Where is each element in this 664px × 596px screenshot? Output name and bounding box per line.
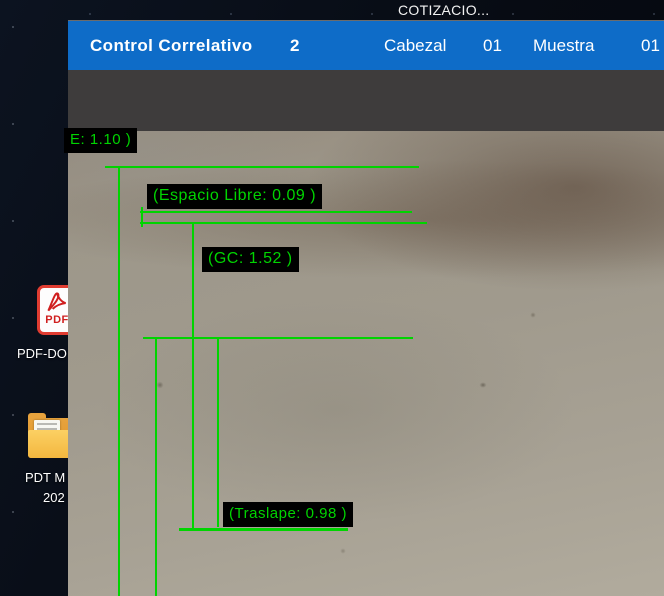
desktop-icon-folder-label-line1[interactable]: PDT M xyxy=(25,470,65,485)
background-window-title[interactable]: COTIZACIO... xyxy=(398,2,490,18)
measurement-line-traslape-horizontal xyxy=(179,528,348,531)
measurement-tick-espacio xyxy=(141,207,143,227)
measurement-line-gc-vertical xyxy=(192,222,194,529)
measurement-line-mid-horizontal xyxy=(143,337,413,339)
folder-front xyxy=(28,430,72,458)
measurement-line-gc-horizontal xyxy=(140,222,427,224)
acrobat-swirl-icon xyxy=(44,289,70,315)
control-correlativo-window: Control Correlativo 2 Cabezal 01 Muestra… xyxy=(68,20,664,596)
measurement-line-e-vertical xyxy=(118,166,120,596)
measurement-label-espacio-libre: (Espacio Libre: 0.09 ) xyxy=(147,184,322,209)
desktop-icon-pdf-label[interactable]: PDF-DO xyxy=(17,346,67,361)
window-title-bar[interactable]: Control Correlativo 2 Cabezal 01 Muestra… xyxy=(68,20,664,70)
muestra-label: Muestra xyxy=(533,21,594,71)
measurement-line-left-vertical xyxy=(155,337,157,596)
desktop-icon-folder[interactable] xyxy=(28,418,72,460)
window-title: Control Correlativo xyxy=(90,21,253,71)
muestra-value: 01 xyxy=(641,21,660,71)
cabezal-value: 01 xyxy=(483,21,502,71)
measurement-line-traslape-vertical xyxy=(217,337,219,527)
measurement-label-gc: (GC: 1.52 ) xyxy=(202,247,299,272)
measurement-label-e: E: 1.10 ) xyxy=(64,128,137,153)
measurement-line-e-horizontal xyxy=(105,166,419,168)
pdf-badge: PDF xyxy=(45,315,69,325)
cabezal-label: Cabezal xyxy=(384,21,446,71)
measurement-label-traslape: (Traslape: 0.98 ) xyxy=(223,502,353,527)
toolbar-empty-strip xyxy=(68,70,664,131)
desktop-icon-folder-label-line2[interactable]: 202 xyxy=(43,490,65,505)
specimen-camera-view[interactable]: E: 1.10 ) (Espacio Libre: 0.09 ) (GC: 1.… xyxy=(68,131,664,596)
screen: COTIZACIO... PDF PDF-DO PDT M 202 Contro… xyxy=(0,0,664,596)
measurement-line-espacio-horizontal xyxy=(140,211,412,213)
correlative-number: 2 xyxy=(290,21,299,71)
